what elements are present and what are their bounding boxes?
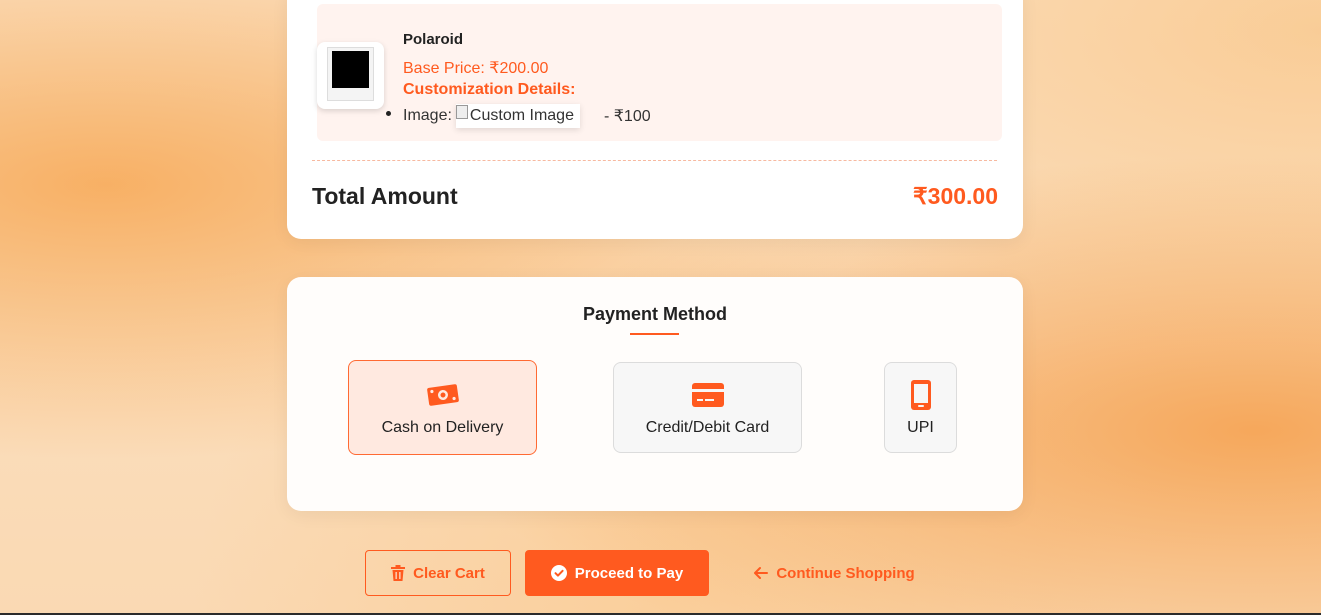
product-thumbnail [317,42,384,109]
item-name: Polaroid [403,31,464,48]
title-underline [630,333,679,335]
cash-icon [426,384,459,406]
trash-icon [391,565,406,581]
continue-shopping-label: Continue Shopping [776,564,915,582]
clear-cart-button[interactable]: Clear Cart [365,550,511,596]
continue-shopping-link[interactable]: Continue Shopping [744,550,924,596]
bullet-marker [386,111,391,116]
base-price: Base Price: ₹200.00 [403,60,549,77]
customization-item: Image: Custom Image - ₹100 [386,104,651,128]
arrow-left-icon [754,567,769,579]
divider [312,160,997,161]
custom-image-alt: Custom Image [469,107,574,124]
payment-option-label: Cash on Delivery [381,419,504,436]
payment-method-card: Payment Method Cash on Delivery Credit/D… [287,277,1023,511]
customization-price: - ₹100 [603,108,651,125]
broken-image-icon [455,105,468,119]
payment-method-title: Payment Method [582,304,728,324]
customization-label: Image: [403,107,452,124]
payment-option-credit-debit-card[interactable]: Credit/Debit Card [613,362,802,453]
custom-image: Custom Image [455,104,580,128]
total-value: ₹300.00 [913,183,998,209]
total-label: Total Amount [312,183,458,209]
proceed-to-pay-label: Proceed to Pay [574,564,684,582]
proceed-to-pay-button[interactable]: Proceed to Pay [525,550,709,596]
mobile-phone-icon [910,380,931,410]
cart-item: Polaroid Base Price: ₹200.00 Customizati… [317,4,1002,141]
payment-option-cash-on-delivery[interactable]: Cash on Delivery [348,360,537,455]
cart-summary-card: Polaroid Base Price: ₹200.00 Customizati… [287,0,1023,239]
payment-option-label: Credit/Debit Card [645,419,770,436]
polaroid-image [327,47,374,101]
payment-option-upi[interactable]: UPI [884,362,957,453]
payment-option-label: UPI [907,419,934,436]
check-circle-icon [550,565,567,581]
customization-title: Customization Details: [403,81,576,98]
credit-card-icon [691,383,724,407]
clear-cart-label: Clear Cart [413,564,485,582]
